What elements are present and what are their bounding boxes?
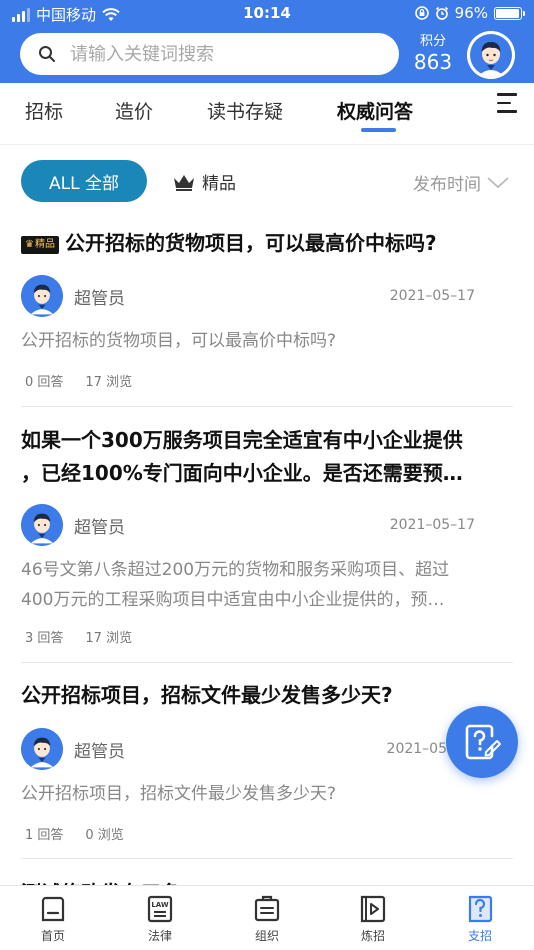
tab-authoritative-qa[interactable]: 权威问答 [337, 97, 413, 124]
divider [21, 406, 513, 407]
author-row: 超管员 2021–05–17 [21, 275, 475, 317]
post-date: 2021–05 [386, 741, 447, 757]
excerpt-line: 400万元的工程采购项目中适宜由中小企业提供的，预… [21, 590, 445, 610]
points-value: 863 [413, 50, 453, 74]
play-book-icon [360, 895, 386, 923]
points-display[interactable]: 积分 863 [408, 34, 458, 74]
user-avatar[interactable] [467, 31, 515, 79]
view-count: 17 浏览 [85, 631, 133, 646]
question-item[interactable]: 如果一个300万服务项目完全适宜有中小企业提供 ，已经100%专门面向中小企业。… [0, 424, 534, 660]
view-count: 0 浏览 [85, 828, 124, 843]
search-icon [39, 46, 55, 62]
filter-premium-label: 精品 [202, 174, 236, 194]
answer-count: 1 回答 [25, 828, 64, 843]
user-avatar-icon [467, 31, 515, 79]
nav-home[interactable]: 首页 [18, 894, 88, 944]
premium-badge: ♛ 精品 [21, 235, 59, 254]
author-row: 超管员 2021–05 [21, 728, 475, 770]
author-name: 超管员 [74, 288, 125, 309]
filter-all-button[interactable]: ALL 全部 [21, 160, 147, 202]
status-bar: 中国移动 10:14 96% [0, 0, 534, 28]
bottom-navigation: 首页 LAW 法律 组织 炼招 支招 [0, 885, 534, 950]
author-row: 超管员 2021–05–17 [21, 504, 475, 546]
filter-bar: ALL 全部 精品 发布时间 [0, 150, 534, 212]
ask-question-button[interactable] [446, 706, 518, 778]
author-avatar-icon [21, 504, 63, 546]
post-date: 2021–05–17 [389, 517, 475, 533]
battery-percent: 96% [454, 4, 488, 22]
author-avatar[interactable] [21, 728, 63, 770]
question-item[interactable]: 公开招标项目，招标文件最少发售多少天? 超管员 2021–05 公开招标项目，招… [0, 678, 534, 858]
sort-dropdown[interactable]: 发布时间 [413, 170, 509, 195]
app-header: 中国移动 10:14 96% 请输入关键词搜索 积分 863 [0, 0, 534, 83]
lock-rotation-icon [414, 6, 429, 20]
search-bar[interactable] [20, 33, 399, 75]
author-name: 超管员 [74, 517, 125, 538]
question-title[interactable]: 公开招标项目，招标文件最少发售多少天? [21, 679, 511, 712]
premium-badge-label: 精品 [34, 239, 55, 250]
active-tab-indicator [361, 128, 396, 132]
nav-advice-label: 支招 [467, 929, 492, 943]
nav-organization-label: 组织 [254, 929, 279, 943]
answer-count: 3 回答 [25, 631, 64, 646]
author-avatar-icon [21, 728, 63, 770]
tab-bidding[interactable]: 招标 [25, 97, 63, 124]
question-book-icon [468, 895, 493, 923]
question-stats: 1 回答 0 浏览 [25, 824, 124, 843]
nav-law-label: 法律 [147, 929, 172, 943]
author-avatar[interactable] [21, 504, 63, 546]
author-avatar[interactable] [21, 275, 63, 317]
answer-count: 0 回答 [25, 375, 64, 390]
question-excerpt: 46号文第八条超过200万元的货物和服务采购项目、超过 400万元的工程采购项目… [21, 555, 511, 615]
divider [21, 858, 513, 859]
nav-home-label: 首页 [40, 929, 65, 943]
search-input[interactable] [70, 43, 370, 65]
nav-law[interactable]: LAW 法律 [125, 894, 195, 944]
author-name: 超管员 [74, 741, 125, 762]
points-label: 积分 [419, 34, 446, 49]
question-title[interactable]: ♛ 精品 公开招标的货物项目，可以最高价中标吗? [21, 227, 511, 260]
alarm-icon [435, 6, 448, 20]
menu-icon[interactable] [497, 93, 521, 117]
home-icon [41, 896, 65, 922]
question-excerpt: 公开招标的货物项目，可以最高价中标吗? [21, 331, 337, 351]
question-item[interactable]: ♛ 精品 公开招标的货物项目，可以最高价中标吗? 超管员 2021–05–17 公开… [0, 225, 534, 405]
sort-label: 发布时间 [413, 175, 481, 195]
crown-small-icon: ♛ [25, 239, 34, 250]
question-title-line: ，已经100%专门面向中小企业。是否还需要预… [21, 461, 463, 485]
filter-premium-button[interactable]: 精品 [172, 169, 236, 194]
crown-icon [174, 174, 194, 191]
question-title-text: 公开招标的货物项目，可以最高价中标吗? [64, 231, 437, 255]
nav-advice[interactable]: 支招 [445, 894, 515, 944]
nav-training-label: 炼招 [360, 929, 385, 943]
nav-organization[interactable]: 组织 [232, 894, 302, 944]
view-count: 17 浏览 [85, 375, 133, 390]
divider [21, 662, 513, 663]
tab-cost[interactable]: 造价 [115, 97, 153, 124]
question-excerpt: 公开招标项目，招标文件最少发售多少天? [21, 784, 337, 804]
organization-icon [254, 895, 280, 922]
battery-icon [494, 6, 525, 20]
chevron-down-icon [487, 176, 509, 188]
tab-reading-doubts[interactable]: 读书存疑 [207, 97, 283, 124]
question-title-line: 如果一个300万服务项目完全适宜有中小企业提供 [21, 428, 463, 452]
law-book-icon: LAW [147, 895, 173, 923]
ask-question-icon [465, 724, 501, 760]
excerpt-line: 46号文第八条超过200万元的货物和服务采购项目、超过 [21, 560, 450, 580]
question-stats: 0 回答 17 浏览 [25, 371, 132, 390]
question-title[interactable]: 如果一个300万服务项目完全适宜有中小企业提供 ，已经100%专门面向中小企业。… [21, 424, 511, 490]
status-right: 96% [414, 4, 525, 22]
question-stats: 3 回答 17 浏览 [25, 627, 132, 646]
nav-training[interactable]: 炼招 [338, 894, 408, 944]
law-icon-text: LAW [151, 901, 169, 909]
category-tabs: 招标 造价 读书存疑 权威问答 [0, 83, 534, 145]
post-date: 2021–05–17 [389, 288, 475, 304]
author-avatar-icon [21, 275, 63, 317]
